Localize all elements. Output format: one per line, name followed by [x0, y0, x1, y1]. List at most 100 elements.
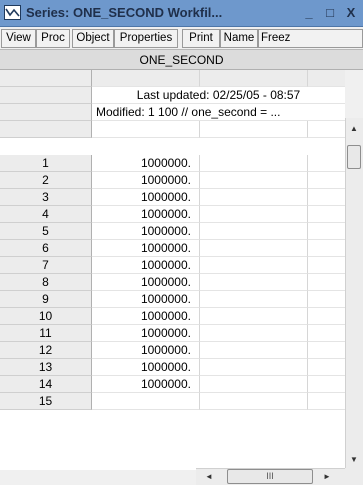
column-header[interactable]	[308, 70, 345, 87]
empty-cell[interactable]	[308, 223, 345, 240]
empty-cell[interactable]	[200, 121, 308, 138]
modified-text: Modified: 1 100 // one_second = ...	[92, 104, 345, 121]
print-button[interactable]: Print	[182, 29, 220, 48]
empty-cell[interactable]	[200, 376, 308, 393]
row-index: 15	[0, 393, 92, 410]
maximize-button[interactable]: □	[321, 3, 339, 22]
empty-cell[interactable]	[308, 308, 345, 325]
row-index: 1	[0, 155, 92, 172]
empty-cell[interactable]	[308, 240, 345, 257]
table-row[interactable]: 2 1000000.	[0, 172, 345, 189]
value-cell[interactable]	[92, 121, 200, 138]
table-row[interactable]: 3 1000000.	[0, 189, 345, 206]
value-cell[interactable]: 1000000.	[92, 308, 200, 325]
value-cell[interactable]: 1000000.	[92, 325, 200, 342]
empty-cell[interactable]	[200, 291, 308, 308]
spreadsheet-grid[interactable]: Last updated: 02/25/05 - 08:57 Modified:…	[0, 70, 345, 470]
empty-cell[interactable]	[200, 155, 308, 172]
empty-cell[interactable]	[200, 172, 308, 189]
value-cell[interactable]: 1000000.	[92, 206, 200, 223]
empty-cell[interactable]	[200, 274, 308, 291]
proc-button[interactable]: Proc	[36, 29, 70, 48]
row-index: 7	[0, 257, 92, 274]
empty-cell[interactable]	[200, 393, 308, 410]
empty-cell[interactable]	[200, 308, 308, 325]
table-row[interactable]: 11 1000000.	[0, 325, 345, 342]
row-index: 9	[0, 291, 92, 308]
empty-cell[interactable]	[200, 359, 308, 376]
table-row[interactable]: 9 1000000.	[0, 291, 345, 308]
table-row[interactable]: 14 1000000.	[0, 376, 345, 393]
value-cell[interactable]: 1000000.	[92, 223, 200, 240]
value-cell[interactable]: 1000000.	[92, 257, 200, 274]
empty-cell[interactable]	[308, 359, 345, 376]
scroll-right-icon[interactable]: ►	[318, 472, 336, 481]
value-cell[interactable]: 1000000.	[92, 291, 200, 308]
empty-cell[interactable]	[308, 325, 345, 342]
name-button[interactable]: Name	[220, 29, 258, 48]
scroll-up-icon[interactable]: ▲	[345, 124, 363, 133]
table-row[interactable]: 13 1000000.	[0, 359, 345, 376]
table-row[interactable]: 6 1000000.	[0, 240, 345, 257]
value-cell[interactable]: 1000000.	[92, 359, 200, 376]
value-cell[interactable]: 1000000.	[92, 376, 200, 393]
vertical-scroll-thumb[interactable]	[347, 145, 361, 169]
value-cell[interactable]: 1000000.	[92, 240, 200, 257]
empty-cell[interactable]	[200, 257, 308, 274]
row-header	[0, 121, 92, 138]
empty-cell[interactable]	[308, 376, 345, 393]
properties-button[interactable]: Properties	[114, 29, 178, 48]
empty-cell[interactable]	[308, 121, 345, 138]
last-updated-text: Last updated: 02/25/05 - 08:57	[92, 87, 345, 104]
value-cell[interactable]: 1000000.	[92, 274, 200, 291]
blank-row	[0, 121, 345, 138]
modified-row: Modified: 1 100 // one_second = ...	[0, 104, 345, 121]
table-row[interactable]: 12 1000000.	[0, 342, 345, 359]
empty-cell[interactable]	[308, 342, 345, 359]
empty-cell[interactable]	[200, 240, 308, 257]
row-index: 5	[0, 223, 92, 240]
value-cell[interactable]: 1000000.	[92, 155, 200, 172]
empty-cell[interactable]	[200, 206, 308, 223]
title-bar[interactable]: Series: ONE_SECOND Workfil... _ □ X	[0, 0, 363, 27]
empty-cell[interactable]	[308, 172, 345, 189]
empty-cell[interactable]	[200, 342, 308, 359]
table-row[interactable]: 1 1000000.	[0, 155, 345, 172]
series-chart-icon	[4, 5, 21, 20]
scroll-down-icon[interactable]: ▼	[345, 455, 363, 464]
series-window: Series: ONE_SECOND Workfil... _ □ X View…	[0, 0, 363, 485]
scroll-left-icon[interactable]: ◄	[200, 472, 218, 481]
table-row[interactable]: 8 1000000.	[0, 274, 345, 291]
empty-cell[interactable]	[308, 155, 345, 172]
empty-cell[interactable]	[308, 274, 345, 291]
empty-cell[interactable]	[200, 325, 308, 342]
series-name-header: ONE_SECOND	[0, 50, 363, 70]
value-cell[interactable]: 1000000.	[92, 172, 200, 189]
row-index: 12	[0, 342, 92, 359]
empty-cell[interactable]	[308, 206, 345, 223]
table-row[interactable]: 15	[0, 393, 345, 410]
horizontal-scroll-thumb[interactable]: III	[227, 469, 313, 484]
table-row[interactable]: 7 1000000.	[0, 257, 345, 274]
freeze-button[interactable]: Freez	[258, 29, 363, 48]
empty-cell[interactable]	[200, 223, 308, 240]
vertical-scrollbar[interactable]	[345, 118, 363, 470]
empty-cell[interactable]	[308, 257, 345, 274]
value-cell[interactable]: 1000000.	[92, 189, 200, 206]
value-cell[interactable]: 1000000.	[92, 342, 200, 359]
empty-cell[interactable]	[308, 189, 345, 206]
column-header[interactable]	[92, 70, 200, 87]
empty-cell[interactable]	[308, 393, 345, 410]
value-cell[interactable]	[92, 393, 200, 410]
resize-grip-icon[interactable]	[345, 468, 363, 485]
close-button[interactable]: X	[342, 3, 360, 22]
table-row[interactable]: 10 1000000.	[0, 308, 345, 325]
minimize-button[interactable]: _	[300, 3, 318, 22]
empty-cell[interactable]	[200, 189, 308, 206]
empty-cell[interactable]	[308, 291, 345, 308]
table-row[interactable]: 4 1000000.	[0, 206, 345, 223]
column-header[interactable]	[200, 70, 308, 87]
object-button[interactable]: Object	[72, 29, 114, 48]
view-button[interactable]: View	[1, 29, 36, 48]
table-row[interactable]: 5 1000000.	[0, 223, 345, 240]
